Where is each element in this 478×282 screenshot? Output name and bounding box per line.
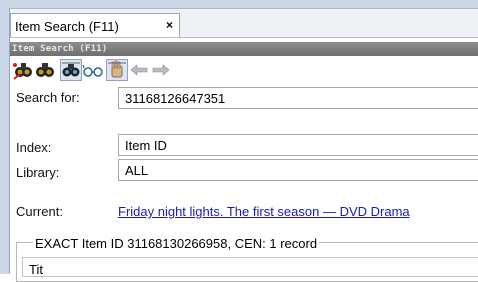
current-item-link[interactable]: Friday night lights. The first season — …	[118, 204, 410, 219]
current-label: Current:	[16, 204, 63, 219]
forward-arrow-icon[interactable]	[150, 59, 172, 81]
library-label: Library:	[16, 165, 60, 180]
results-title: EXACT Item ID 31168130266958, CEN: 1 rec…	[33, 236, 320, 251]
left-frame	[0, 8, 10, 274]
window-top-strip	[0, 0, 478, 9]
library-select[interactable]: ALL	[118, 159, 478, 181]
panel-title: Item Search (F11)	[10, 42, 478, 56]
glasses-icon[interactable]	[82, 59, 104, 81]
search-pin-icon[interactable]	[12, 59, 34, 81]
search-input[interactable]: 31168126647351	[118, 87, 478, 109]
tab-item-search[interactable]: Item Search (F11) ×	[10, 13, 180, 37]
close-icon[interactable]: ×	[166, 18, 173, 32]
toolbar	[12, 59, 478, 81]
back-arrow-icon[interactable]	[128, 59, 150, 81]
results-partial-text: Tit	[29, 262, 43, 277]
search-icon[interactable]	[34, 59, 56, 81]
tab-bar: Item Search (F11) ×	[10, 9, 478, 38]
results-list[interactable]: Tit	[22, 257, 478, 277]
tab-label: Item Search (F11)	[15, 19, 119, 34]
search-label: Search for:	[16, 90, 80, 105]
index-select[interactable]: Item ID	[118, 134, 478, 156]
search-advanced-icon[interactable]	[60, 59, 82, 81]
hand-icon[interactable]	[106, 59, 128, 81]
index-label: Index:	[16, 140, 52, 155]
